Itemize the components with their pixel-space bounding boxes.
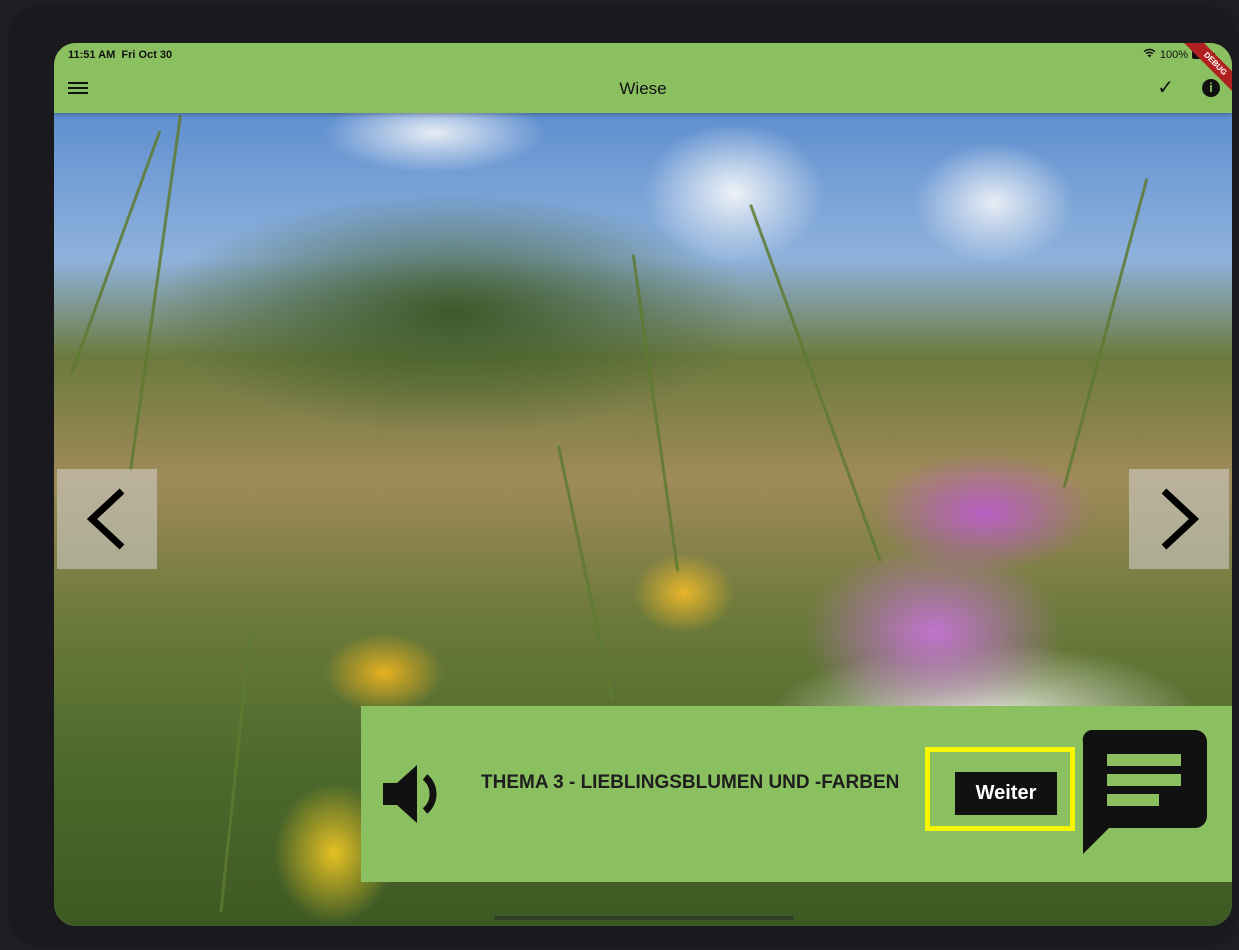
checkmark-icon[interactable]: ✓ (1157, 75, 1174, 100)
topic-panel: THEMA 3 - LIEBLINGSBLUMEN UND -FARBEN We… (361, 706, 1232, 882)
screen: 11:51 AM Fri Oct 30 100% DEBUG Wiese ✓ i (54, 43, 1232, 926)
info-icon[interactable]: i (1202, 79, 1220, 97)
wifi-icon (1143, 48, 1156, 61)
home-indicator[interactable] (494, 916, 794, 920)
previous-button[interactable] (57, 469, 157, 569)
topic-title: THEMA 3 - LIEBLINGSBLUMEN UND -FARBEN (481, 772, 900, 793)
page-title: Wiese (619, 79, 667, 98)
chevron-left-icon (86, 488, 125, 550)
app-bar: 11:51 AM Fri Oct 30 100% DEBUG Wiese ✓ i (54, 43, 1232, 113)
chat-bubble-icon[interactable] (1081, 730, 1209, 863)
status-date: Fri Oct 30 (121, 49, 173, 61)
status-time: 11:51 AM Fri Oct 30 (68, 49, 172, 61)
tablet-frame: 11:51 AM Fri Oct 30 100% DEBUG Wiese ✓ i (8, 6, 1239, 946)
next-page-button[interactable] (1129, 469, 1229, 569)
chevron-right-icon (1161, 488, 1200, 550)
status-clock: 11:51 AM (68, 49, 116, 61)
speaker-icon[interactable] (381, 761, 451, 832)
battery-percent: 100% (1159, 48, 1188, 61)
weiter-button[interactable]: Weiter (955, 772, 1057, 815)
